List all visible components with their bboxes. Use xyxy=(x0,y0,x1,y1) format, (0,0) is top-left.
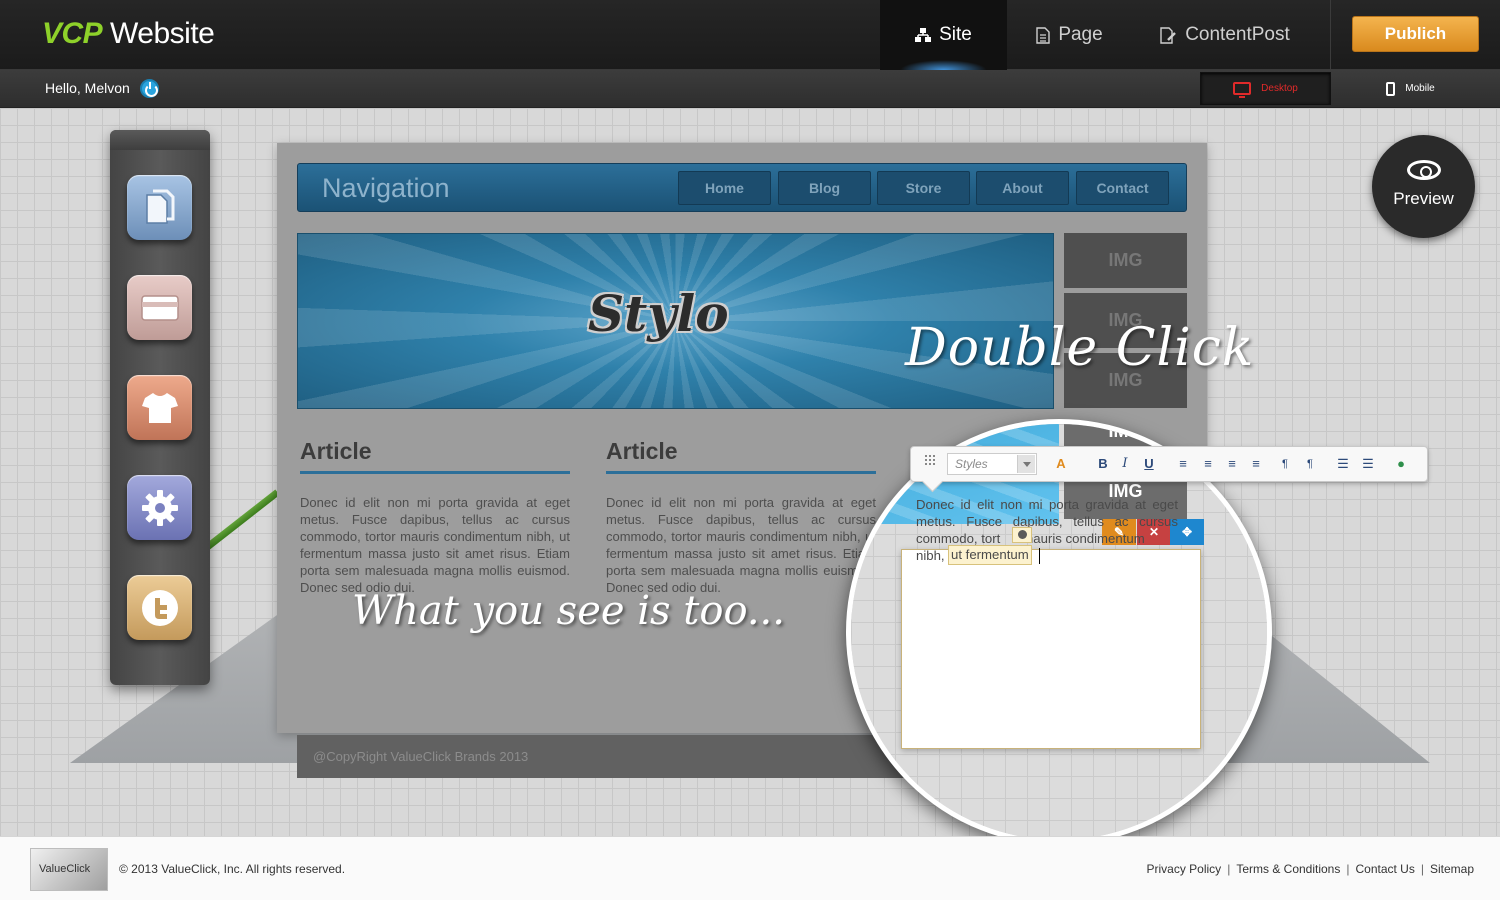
justify-icon[interactable]: ≡ xyxy=(1173,454,1193,474)
tab-site-label: Site xyxy=(939,24,972,45)
article-title: Article xyxy=(606,438,876,474)
tshirt-icon xyxy=(141,392,178,423)
text-editor-area[interactable] xyxy=(901,549,1201,749)
double-click-caption: Double Click xyxy=(905,318,1255,378)
nav-link-blog[interactable]: Blog xyxy=(778,171,871,205)
tab-page[interactable]: Page xyxy=(1007,0,1132,70)
copyright-text: © 2013 ValueClick, Inc. All rights reser… xyxy=(119,862,346,876)
tab-contentpost[interactable]: ContentPost xyxy=(1132,0,1318,70)
publish-button[interactable]: Publich xyxy=(1352,16,1479,52)
privacy-policy-link[interactable]: Privacy Policy xyxy=(1147,862,1222,876)
workspace: Navigation Home Blog Store About Contact… xyxy=(0,108,1500,845)
contact-link[interactable]: Contact Us xyxy=(1355,862,1414,876)
sitemap-icon xyxy=(915,28,932,42)
article-block[interactable]: Article Donec id elit non mi porta gravi… xyxy=(300,438,570,596)
theme-tool-button[interactable] xyxy=(127,375,192,440)
twitter-icon xyxy=(141,589,178,626)
link-separator: | xyxy=(1227,862,1231,876)
gear-icon xyxy=(141,489,178,526)
logo-vcp: VCP xyxy=(42,17,103,50)
link-icon[interactable]: ● xyxy=(1391,454,1411,474)
align-right-icon[interactable]: ≡ xyxy=(1246,454,1266,474)
page-icon xyxy=(1036,26,1051,44)
pages-icon xyxy=(145,189,174,224)
pages-tool-button[interactable] xyxy=(127,175,192,240)
bold-button[interactable]: B xyxy=(1093,454,1113,474)
nav-title: Navigation xyxy=(322,173,450,203)
tab-page-label: Page xyxy=(1058,24,1103,45)
eye-icon xyxy=(1407,160,1441,180)
phone-icon xyxy=(1386,81,1396,96)
editor-text-part2: mauris condimentum xyxy=(1022,531,1145,546)
site-navigation[interactable]: Navigation Home Blog Store About Contact xyxy=(297,163,1187,212)
grip-icon[interactable] xyxy=(921,454,941,474)
link-separator: | xyxy=(1346,862,1350,876)
rich-text-toolbar: Styles A B I U ≡ ≡ ≡ ≡ ¶ ¶ ☰ ☰ ● xyxy=(910,446,1428,482)
divider xyxy=(1330,0,1331,70)
power-icon[interactable] xyxy=(140,79,159,98)
article-block[interactable]: Article Donec id elit non mi porta gravi… xyxy=(606,438,876,596)
preview-label: Preview xyxy=(1393,189,1454,208)
banner-logo: Stylo xyxy=(588,284,729,343)
styles-dropdown[interactable]: Styles xyxy=(947,453,1037,475)
chevron-down-icon xyxy=(1023,462,1031,467)
tools-sidebar xyxy=(110,130,210,685)
font-color-icon[interactable]: A xyxy=(1051,454,1071,474)
article-text: Donec id elit non mi porta gravida at eg… xyxy=(300,495,570,595)
rtl-icon[interactable]: ¶ xyxy=(1300,454,1320,474)
italic-button[interactable]: I xyxy=(1115,454,1135,474)
terms-link[interactable]: Terms & Conditions xyxy=(1236,862,1340,876)
tab-contentpost-label: ContentPost xyxy=(1185,24,1290,45)
image-placeholder[interactable]: IMG xyxy=(1064,233,1187,288)
underline-button[interactable]: U xyxy=(1139,454,1159,474)
desktop-label: Desktop xyxy=(1261,83,1298,94)
editor-text-part3: nibh, xyxy=(916,548,945,563)
mobile-view-button[interactable]: Mobile xyxy=(1345,72,1476,105)
ltr-icon[interactable]: ¶ xyxy=(1275,454,1295,474)
valueclick-logo: ValueClick xyxy=(30,848,108,891)
layout-icon xyxy=(140,294,179,321)
greeting: Hello, Melvon xyxy=(45,80,130,96)
numbered-list-icon[interactable]: ☰ xyxy=(1358,454,1378,474)
magnifier-lens: IMG IMG ✎ ✕ ✥ xyxy=(846,419,1272,845)
info-icon[interactable] xyxy=(1012,527,1032,543)
nav-link-contact[interactable]: Contact xyxy=(1076,171,1169,205)
twitter-tool-button[interactable] xyxy=(127,575,192,640)
article-title: Article xyxy=(300,438,570,474)
app-logo[interactable]: VCP Website xyxy=(42,17,215,51)
desktop-view-button[interactable]: Desktop xyxy=(1200,72,1331,105)
sub-bar: Hello, Melvon Desktop Mobile xyxy=(0,70,1500,108)
tools-sidebar-cap xyxy=(110,130,210,150)
layout-tool-button[interactable] xyxy=(127,275,192,340)
article-text: Donec id elit non mi porta gravida at eg… xyxy=(606,495,876,595)
edit-document-icon xyxy=(1160,26,1177,44)
sitemap-link[interactable]: Sitemap xyxy=(1430,862,1474,876)
preview-button[interactable]: Preview xyxy=(1372,135,1475,238)
monitor-icon xyxy=(1233,82,1252,98)
nav-link-home[interactable]: Home xyxy=(678,171,771,205)
settings-tool-button[interactable] xyxy=(127,475,192,540)
site-footer: ValueClick © 2013 ValueClick, Inc. All r… xyxy=(0,836,1500,900)
selected-text[interactable]: ut fermentum xyxy=(948,545,1032,565)
top-bar: VCP Website Site Page ContentPost Public… xyxy=(0,0,1500,70)
nav-link-store[interactable]: Store xyxy=(877,171,970,205)
styles-placeholder: Styles xyxy=(955,457,988,471)
mobile-label: Mobile xyxy=(1405,83,1435,94)
logo-website: Website xyxy=(102,17,215,50)
wysiwyg-caption: What you see is too... xyxy=(352,588,785,634)
align-center-icon[interactable]: ≡ xyxy=(1222,454,1242,474)
align-left-icon[interactable]: ≡ xyxy=(1198,454,1218,474)
bullet-list-icon[interactable]: ☰ xyxy=(1333,454,1353,474)
link-separator: | xyxy=(1420,862,1424,876)
text-caret xyxy=(1039,548,1040,564)
nav-link-about[interactable]: About xyxy=(976,171,1069,205)
tab-site[interactable]: Site xyxy=(880,0,1007,70)
footer-links: Privacy Policy | Terms & Conditions | Co… xyxy=(1147,862,1475,876)
